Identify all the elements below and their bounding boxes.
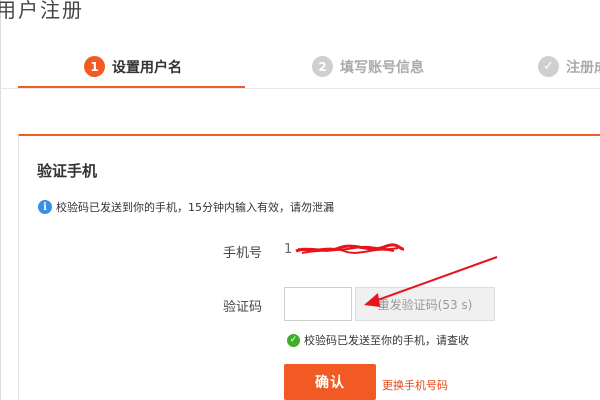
step-progress: 1 设置用户名 2 填写账号信息 ✓ 注册成: [0, 48, 600, 92]
code-sent-text: 校验码已发送至你的手机，请查收: [304, 334, 469, 347]
checkmark-icon: ✓: [538, 56, 559, 77]
step-set-username: 1 设置用户名: [84, 56, 182, 77]
step-fill-account-info: 2 填写账号信息: [312, 56, 424, 77]
page-title: 用户注册: [0, 0, 84, 22]
info-notice: i 校验码已发送到你的手机，15分钟内输入有效，请勿泄漏: [38, 199, 334, 215]
info-text: 校验码已发送到你的手机，15分钟内输入有效，请勿泄漏: [56, 201, 334, 214]
step-register-complete: ✓ 注册成: [538, 56, 600, 77]
phone-number-value: 1: [284, 242, 293, 257]
check-circle-icon: ✓: [287, 333, 300, 347]
confirm-button[interactable]: 确认: [284, 364, 376, 400]
verification-panel: [18, 134, 600, 400]
resend-code-button[interactable]: 重发验证码(53 s): [355, 287, 495, 321]
step-label: 填写账号信息: [340, 59, 424, 76]
step-label: 注册成: [566, 59, 600, 76]
step-label: 设置用户名: [112, 59, 182, 76]
redaction-scribble: [295, 243, 405, 254]
step-number-2: 2: [312, 56, 333, 77]
active-step-underline: [18, 86, 245, 88]
panel-title: 验证手机: [37, 162, 98, 180]
phone-label: 手机号: [223, 246, 263, 261]
code-sent-notice: ✓ 校验码已发送至你的手机，请查收: [287, 332, 469, 348]
info-icon: i: [38, 200, 52, 214]
steps-divider: [0, 88, 600, 89]
change-phone-link[interactable]: 更换手机号码: [382, 377, 448, 393]
verification-code-input[interactable]: [284, 287, 352, 321]
code-label: 验证码: [223, 300, 263, 315]
step-number-1: 1: [84, 56, 105, 77]
